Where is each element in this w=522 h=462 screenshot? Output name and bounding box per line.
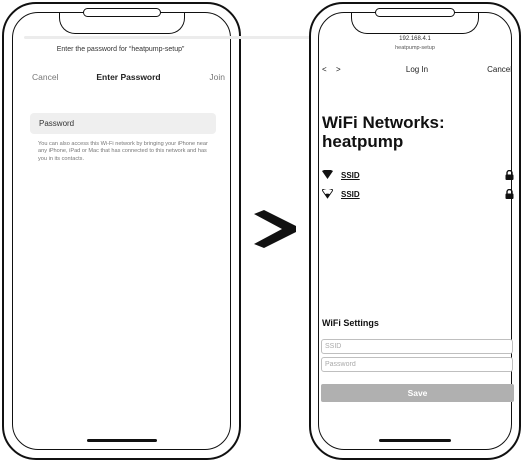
phone-left xyxy=(2,2,241,460)
networks-heading-line2: heatpump xyxy=(322,132,404,151)
login-title: Log In xyxy=(405,65,429,74)
address-host: heatpump-setup xyxy=(395,45,435,51)
right-nav-bar: < > Log In Cancel xyxy=(322,65,512,77)
join-button[interactable]: Join xyxy=(209,72,225,82)
home-indicator xyxy=(379,439,451,442)
save-button[interactable]: Save xyxy=(321,384,514,402)
wifi-strong-icon xyxy=(322,170,333,179)
network-ssid[interactable]: SSID xyxy=(341,171,360,180)
network-row[interactable]: SSID xyxy=(322,170,514,182)
wifi-settings-label: WiFi Settings xyxy=(322,318,379,328)
speaker-grille xyxy=(375,8,455,17)
help-text: You can also access this Wi-Fi network b… xyxy=(38,141,208,162)
networks-heading-line1: WiFi Networks: xyxy=(322,113,445,132)
password-prompt: Enter the password for “heatpump-setup” xyxy=(56,46,185,53)
address-ip: 192.168.4.1 xyxy=(399,36,431,42)
home-indicator xyxy=(86,439,157,442)
ssid-input[interactable] xyxy=(321,339,513,354)
networks-heading: WiFi Networks: heatpump xyxy=(322,113,445,151)
left-nav-bar: Cancel Enter Password Join xyxy=(32,72,225,84)
lock-icon xyxy=(505,189,514,199)
network-row[interactable]: SSID xyxy=(322,189,514,201)
wifi-weak-icon xyxy=(322,189,333,199)
password-input[interactable] xyxy=(321,357,513,372)
lock-icon xyxy=(505,170,514,180)
page-title: Enter Password xyxy=(96,72,161,82)
password-field[interactable]: Password xyxy=(30,113,216,134)
cancel-button[interactable]: Cancel xyxy=(487,65,512,74)
speaker-grille xyxy=(82,8,161,17)
network-ssid[interactable]: SSID xyxy=(341,190,360,199)
chevron-right-icon xyxy=(254,210,296,248)
